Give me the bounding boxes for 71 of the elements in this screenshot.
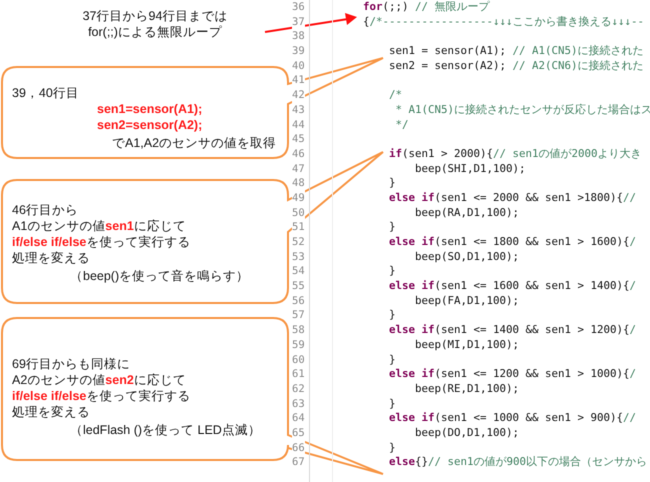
callout-text: 処理を変える <box>12 404 90 420</box>
line-number: 42 <box>292 88 305 103</box>
callout-text: （beep()を使って音を鳴らす） <box>70 268 250 284</box>
callout-text: 46行目から <box>12 202 78 218</box>
code-text: sen2 = sensor(A2); <box>388 58 508 74</box>
code-comment: / <box>630 235 636 250</box>
callout-text: 69行目からも同様に <box>12 356 130 372</box>
code-keyword: else if <box>388 190 435 206</box>
code-text: (sen1 <= 1200 && sen1 > 1000){ <box>434 367 630 382</box>
code-text: (sen1 <= 2000 && sen1 >1800){ <box>434 190 624 206</box>
line-number: 37 <box>292 14 305 30</box>
code-keyword: else <box>388 455 416 470</box>
code-text: (sen1 <= 1600 && sen1 > 1400){ <box>434 279 630 294</box>
code-text: } <box>388 176 396 191</box>
code-text: (sen1 <= 1400 && sen1 > 1200){ <box>434 323 630 338</box>
line-number: 48 <box>292 176 305 191</box>
code-text: (sen1 > 2000){ <box>402 146 494 162</box>
code-text: (sen1 <= 1800 && sen1 > 1600){ <box>434 235 630 250</box>
code-text: } <box>388 352 396 368</box>
code-text: beep(SHI,D1,100); <box>414 162 526 176</box>
annotation-text: 37行目から94行目までは <box>82 8 228 24</box>
callout-text: 処理を変える <box>12 250 90 266</box>
code-keyword: else if <box>388 235 435 250</box>
code-comment: */ <box>394 118 409 132</box>
code-comment: /*-----------------↓↓↓ここから書き換える↓↓↓-- <box>370 14 644 30</box>
callout-text: 39，40行目 <box>12 85 79 101</box>
code-keyword: else if <box>388 411 435 426</box>
code-comment: / <box>630 279 636 294</box>
callout-text: if/else if/elseを使って実行する <box>12 388 190 404</box>
callout-text: A1のセンサの値sen1に応じて <box>12 218 186 234</box>
code-text: beep(RE,D1,100); <box>414 382 520 397</box>
code-comment: // A2(CN6)に接続された <box>512 58 644 74</box>
code-keyword: else if <box>388 279 435 294</box>
code-keyword: if <box>388 146 402 162</box>
code-comment: / <box>630 323 636 338</box>
code-text: beep(SO,D1,100); <box>414 250 520 264</box>
code-keyword: for <box>363 0 383 15</box>
code-text: sen1 = sensor(A1); <box>388 44 508 59</box>
code-text: } <box>388 396 396 412</box>
callout-text: A2のセンサの値sen2に応じて <box>12 372 186 388</box>
callout-text: sen1=sensor(A1); <box>97 101 202 117</box>
code-comment: /* <box>388 88 402 103</box>
callout-text: if/else if/elseを使って実行する <box>12 234 190 250</box>
line-number: 65 <box>292 426 305 441</box>
code-comment: / <box>630 367 636 382</box>
code-comment: // sen1の値が2000より大き <box>493 146 642 162</box>
code-text: { <box>363 14 370 30</box>
code-comment: // 無限ループ <box>415 0 490 15</box>
code-text: {} <box>415 455 428 470</box>
code-comment: // sen1の値が900以下の場合（センサから <box>428 455 648 470</box>
code-text: beep(FA,D1,100); <box>414 294 520 308</box>
code-text: } <box>388 308 396 324</box>
code-text: beep(RA,D1,100); <box>414 206 520 220</box>
code-keyword: else if <box>388 367 435 382</box>
annotation-text: for(;;)による無限ループ <box>87 24 222 40</box>
code-text: beep(MI,D1,100); <box>414 338 520 352</box>
code-text: } <box>388 264 396 280</box>
code-comment: // <box>623 190 636 206</box>
code-text: beep(DO,D1,100); <box>414 426 520 441</box>
code-text: (sen1 <= 1000 && sen1 > 900){ <box>434 411 624 426</box>
callout-text: sen2=sensor(A2); <box>97 117 202 133</box>
callout-text: でA1,A2のセンサの値を取得 <box>112 135 276 151</box>
line-number: 66 <box>292 440 305 456</box>
code-text: (;;) <box>382 0 410 15</box>
callout-text: （ledFlash ()を使って LED点滅） <box>70 422 261 438</box>
code-comment: // A1(CN5)に接続された <box>512 44 644 59</box>
code-text: } <box>388 220 396 235</box>
code-text: } <box>388 440 396 456</box>
code-comment: // <box>623 411 636 426</box>
code-keyword: else if <box>388 323 435 338</box>
line-number: 50 <box>292 206 305 220</box>
